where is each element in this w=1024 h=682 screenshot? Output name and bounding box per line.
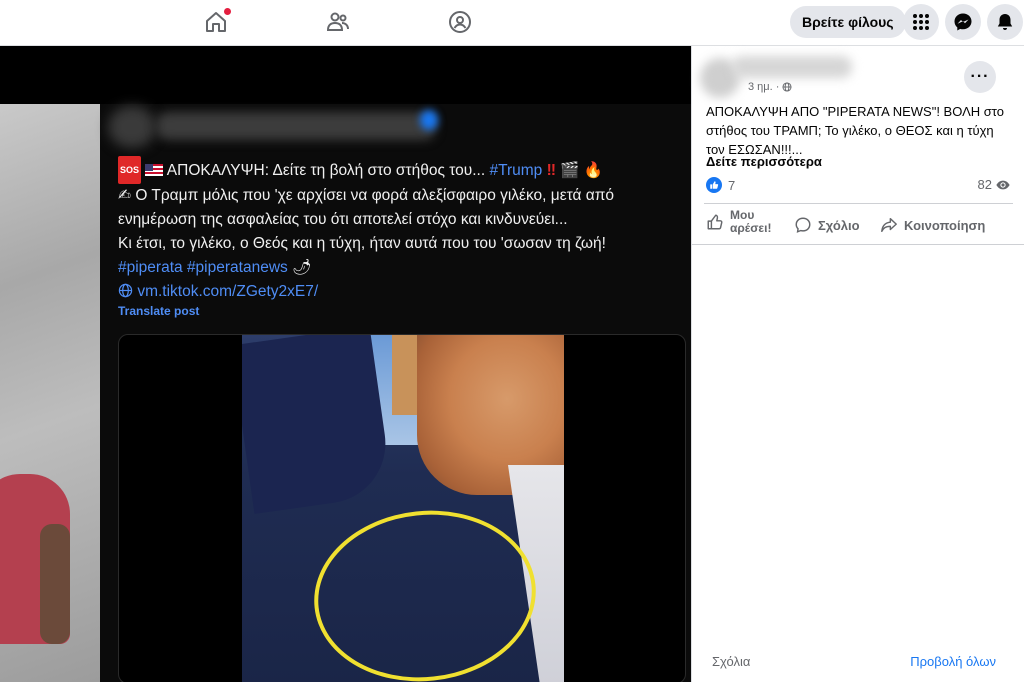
- yellow-circle-annotation: [305, 499, 545, 682]
- verified-badge-icon: [420, 110, 438, 130]
- like-reaction-icon: [706, 177, 722, 193]
- blurred-avatar: [108, 106, 156, 148]
- video-frame[interactable]: [118, 334, 686, 682]
- sos-icon: SOS: [118, 156, 142, 184]
- post-actions-bar: Μου αρέσει! Σχόλιο Κοινοποίηση: [704, 206, 1013, 244]
- views-count: 82: [977, 177, 992, 192]
- top-navigation-bar: Βρείτε φίλους: [0, 0, 1024, 46]
- post-line-2: ✍ Ο Τραμπ μόλις που 'χε αρχίσει να φορά …: [118, 184, 683, 208]
- notifications-button[interactable]: [987, 4, 1023, 40]
- post-line-1: SOS ΑΠΟΚΑΛΥΨΗ: Δείτε τη βολή στο στήθος …: [118, 156, 683, 184]
- hashtag-trump[interactable]: #Trump: [489, 162, 542, 179]
- friends-icon: [326, 12, 349, 31]
- home-nav-button[interactable]: [199, 8, 233, 36]
- comments-section-label: Σχόλια: [712, 654, 751, 669]
- video-thumbnail[interactable]: [242, 335, 564, 682]
- divider: [704, 203, 1013, 204]
- blurred-page-name: [732, 56, 852, 78]
- chili-pepper-icon: 🌶: [292, 259, 312, 276]
- comment-label: Σχόλιο: [818, 217, 860, 233]
- comment-button[interactable]: Σχόλιο: [794, 216, 860, 234]
- media-viewer: SOS ΑΠΟΚΑΛΥΨΗ: Δείτε τη βολή στο στήθος …: [0, 46, 691, 682]
- like-label: Μου αρέσει!: [730, 208, 772, 235]
- clapperboard-icon: 🎬: [560, 162, 580, 179]
- background-person-arm: [40, 524, 70, 644]
- groups-icon: [449, 11, 471, 33]
- grid-menu-icon: [913, 14, 929, 30]
- reactions-summary[interactable]: 7: [706, 177, 735, 193]
- fire-icon: 🔥: [583, 162, 604, 179]
- like-button[interactable]: Μου αρέσει!: [706, 209, 782, 235]
- writing-hand-icon: ✍: [118, 187, 131, 204]
- more-icon: ···: [970, 68, 990, 85]
- view-all-comments-link[interactable]: Προβολή όλων: [910, 654, 996, 669]
- find-friends-button[interactable]: Βρείτε φίλους: [790, 6, 906, 38]
- see-more-link[interactable]: Δείτε περισσότερα: [706, 154, 822, 169]
- share-button[interactable]: Κοινοποίηση: [880, 216, 985, 234]
- post-timestamp[interactable]: 3 ημ. ·: [748, 81, 792, 93]
- share-label: Κοινοποίηση: [904, 217, 986, 233]
- notification-dot: [224, 8, 231, 15]
- eye-icon: [996, 180, 1010, 189]
- menu-button[interactable]: [903, 4, 939, 40]
- screenshot-post: SOS ΑΠΟΚΑΛΥΨΗ: Δείτε τη βολή στο στήθος …: [100, 104, 691, 682]
- us-flag-icon: [145, 164, 164, 176]
- likes-count: 7: [728, 177, 736, 193]
- post-hashtags-line: #piperata #piperatanews 🌶: [118, 256, 683, 280]
- messenger-button[interactable]: [945, 4, 981, 40]
- double-exclamation-icon: ‼: [546, 162, 556, 179]
- groups-nav-button[interactable]: [443, 8, 477, 36]
- post-line-4: Κι έτσι, το γιλέκο, ο Θεός και η τύχη, ή…: [118, 235, 606, 252]
- views-summary: 82: [978, 177, 1010, 192]
- globe-icon: [782, 82, 792, 92]
- bell-icon: [997, 14, 1013, 30]
- post-link[interactable]: vm.tiktok.com/ZGety2xE7/: [137, 283, 318, 300]
- post-line-3: ενημέρωση της ασφαλείας του ότι αποτελεί…: [118, 211, 568, 228]
- post-headline: ΑΠΟΚΑΛΥΨΗ: Δείτε τη βολή στο στήθος του.…: [166, 162, 486, 179]
- blurred-author-name: [156, 112, 436, 140]
- comment-icon: [795, 217, 811, 233]
- friends-nav-button[interactable]: [321, 8, 355, 36]
- post-caption: ΑΠΟΚΑΛΥΨΗ ΑΠΟ "PIPERATA NEWS"! ΒΟΛΗ στο …: [706, 104, 1004, 157]
- post-details-panel: 3 ημ. · ··· ΑΠΟΚΑΛΥΨΗ ΑΠΟ "PIPERATA NEWS…: [691, 46, 1024, 682]
- post-body: SOS ΑΠΟΚΑΛΥΨΗ: Δείτε τη βολή στο στήθος …: [118, 156, 683, 304]
- globe-icon: [118, 283, 133, 298]
- messenger-icon: [954, 13, 972, 31]
- background-photo: [0, 104, 100, 682]
- like-icon: [707, 214, 723, 230]
- share-icon: [881, 217, 897, 233]
- video-raised-arm: [242, 335, 394, 514]
- hashtags[interactable]: #piperata #piperatanews: [118, 259, 288, 276]
- more-options-button[interactable]: ···: [964, 61, 996, 93]
- post-link-line[interactable]: vm.tiktok.com/ZGety2xE7/: [118, 280, 683, 304]
- divider: [692, 244, 1024, 245]
- translate-post-link[interactable]: Translate post: [118, 304, 199, 318]
